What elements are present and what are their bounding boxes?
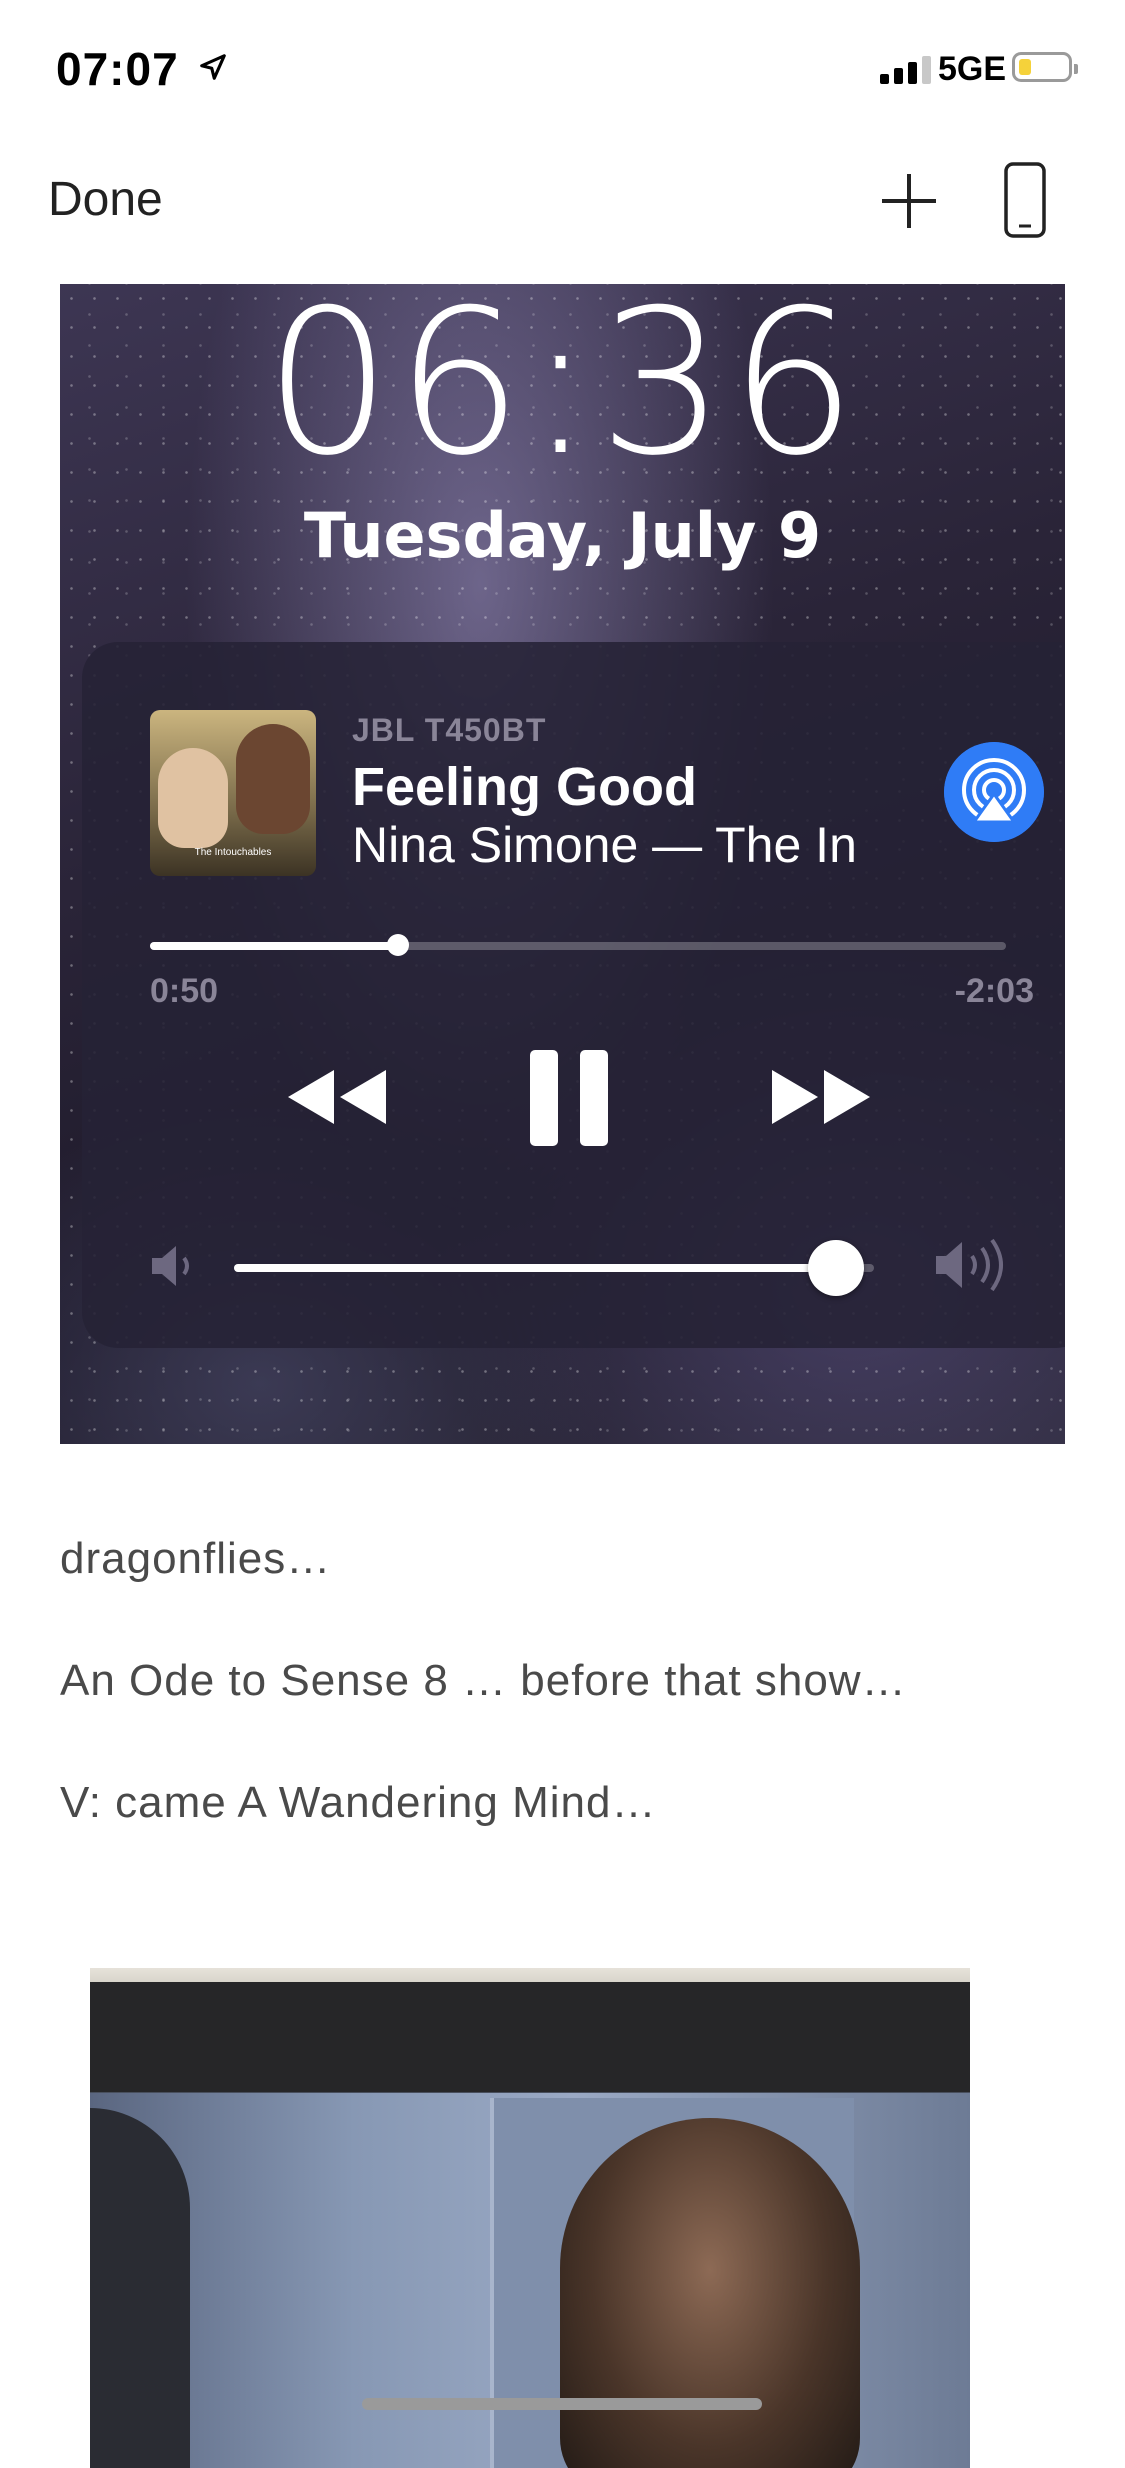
phone-icon[interactable]	[1004, 162, 1046, 238]
now-playing-widget: The Intouchables JBL T450BT Feeling Good…	[82, 642, 1065, 1348]
airplay-icon[interactable]	[944, 742, 1044, 842]
location-arrow-icon	[200, 54, 226, 80]
volume-slider[interactable]	[234, 1240, 874, 1296]
volume-knob[interactable]	[807, 1240, 864, 1296]
paragraph-wandering-mind[interactable]: V: came A Wandering Mind…	[60, 1778, 656, 1828]
playback-knob[interactable]	[387, 934, 410, 956]
nav-bar: Done	[0, 150, 1125, 260]
network-type: 5GE	[938, 50, 1007, 88]
playback-scrubber[interactable]	[150, 934, 1006, 956]
lockscreen-image[interactable]: 06:36 Tuesday, July 9 The Intouchables J…	[60, 284, 1065, 1444]
home-indicator[interactable]	[362, 2398, 762, 2410]
status-time: 07:07	[56, 43, 179, 95]
album-art-title: The Intouchables	[194, 847, 272, 858]
plus-icon[interactable]	[876, 168, 942, 234]
status-bar: 07:07 5GE	[0, 0, 1125, 140]
rewind-icon[interactable]	[282, 1062, 392, 1132]
remaining-time: -2:03	[954, 972, 1034, 1010]
pause-icon[interactable]	[526, 1048, 612, 1148]
elapsed-time: 0:50	[150, 972, 219, 1010]
fast-forward-icon[interactable]	[766, 1062, 876, 1132]
output-device-name: JBL T450BT	[352, 712, 547, 748]
paragraph-sense8[interactable]: An Ode to Sense 8 … before that show…	[60, 1656, 907, 1706]
playback-progress	[150, 942, 399, 950]
done-button[interactable]: Done	[48, 172, 163, 227]
song-artist: Nina Simone — The In	[352, 817, 857, 873]
lockscreen-date: Tuesday, July 9	[303, 499, 822, 572]
battery-icon	[1012, 52, 1078, 82]
album-art: The Intouchables	[150, 710, 316, 876]
song-title: Feeling Good	[352, 757, 697, 817]
video-thumbnail[interactable]	[90, 1968, 970, 2468]
lockscreen-time: 06:36	[264, 284, 861, 500]
volume-high-icon	[936, 1238, 1003, 1292]
paragraph-dragonflies[interactable]: dragonflies…	[60, 1534, 331, 1584]
volume-level	[234, 1264, 836, 1272]
signal-strength-icon	[880, 54, 931, 84]
volume-low-icon	[152, 1246, 189, 1286]
